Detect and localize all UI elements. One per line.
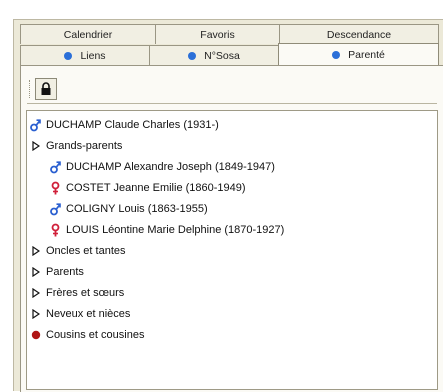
tab-label: Liens [80,49,106,62]
tree-item-grandparent[interactable]: COLIGNY Louis (1863-1955) [50,199,208,219]
expand-triangle-icon [30,139,41,153]
tree-root[interactable]: DUCHAMP Claude Charles (1931-) [30,115,219,135]
tree-group-cousins[interactable]: Cousins et cousines [30,325,144,345]
relationship-window: Calendrier Favoris Descendance Liens N°S… [13,19,443,392]
tab-label: N°Sosa [204,49,240,62]
tree-item-grandparent[interactable]: DUCHAMP Alexandre Joseph (1849-1947) [50,157,275,177]
tab-label: Descendance [326,28,392,41]
blue-dot-icon [332,50,341,59]
tab-label: Favoris [200,28,235,41]
tree-group-grandparents[interactable]: Grands-parents [30,136,122,156]
toolbar-grip [29,80,32,98]
tree-group-freres[interactable]: Frères et sœurs [30,283,124,303]
toolbar [27,74,437,104]
tree-node-label: Oncles et tantes [46,245,126,257]
tree-node-label: Cousins et cousines [46,329,145,341]
screenshot-frame: Calendrier Favoris Descendance Liens N°S… [0,0,443,392]
tree-group-parents[interactable]: Parents [30,262,84,282]
tree-node-label: Grands-parents [46,140,123,152]
expand-triangle-icon [30,244,41,258]
tab-favoris[interactable]: Favoris [155,24,280,44]
female-icon [50,223,61,237]
tree-node-label: Frères et sœurs [46,287,125,299]
tab-calendrier[interactable]: Calendrier [20,24,156,44]
tab-row-top: Calendrier Favoris Descendance [20,24,439,44]
tree-node-label: Neveux et nièces [46,308,131,320]
tab-liens[interactable]: Liens [20,45,150,65]
tree-node-label: LOUIS Léontine Marie Delphine (1870-1927… [66,224,285,236]
tree-item-grandparent[interactable]: COSTET Jeanne Emilie (1860-1949) [50,178,246,198]
lock-icon [41,82,51,95]
tab-panel: DUCHAMP Claude Charles (1931-) Grands-pa… [20,65,443,392]
tree-group-oncles[interactable]: Oncles et tantes [30,241,126,261]
male-icon [50,202,61,216]
tree-item-grandparent[interactable]: LOUIS Léontine Marie Delphine (1870-1927… [50,220,284,240]
blue-dot-icon [64,51,73,60]
lock-button[interactable] [35,78,57,100]
male-icon [30,118,41,132]
blue-dot-icon [188,51,197,60]
tab-row-bottom: Liens N°Sosa Parenté [20,43,439,65]
tab-descendance[interactable]: Descendance [279,24,439,44]
expand-triangle-icon [30,265,41,279]
female-icon [50,181,61,195]
tab-label: Calendrier [63,28,113,41]
red-dot-icon [30,328,41,342]
tree-node-label: COLIGNY Louis (1863-1955) [66,203,208,215]
tab-label: Parenté [348,48,385,61]
tree-node-label: DUCHAMP Claude Charles (1931-) [46,119,219,131]
expand-triangle-icon [30,286,41,300]
tree-node-label: DUCHAMP Alexandre Joseph (1849-1947) [66,161,275,173]
tab-numero-sosa[interactable]: N°Sosa [149,45,279,65]
tree-node-label: Parents [46,266,84,278]
male-icon [50,160,61,174]
relationship-tree[interactable]: DUCHAMP Claude Charles (1931-) Grands-pa… [26,110,438,390]
tree-group-neveux[interactable]: Neveux et nièces [30,304,130,324]
tab-parente[interactable]: Parenté [278,43,439,65]
expand-triangle-icon [30,307,41,321]
tree-node-label: COSTET Jeanne Emilie (1860-1949) [66,182,246,194]
